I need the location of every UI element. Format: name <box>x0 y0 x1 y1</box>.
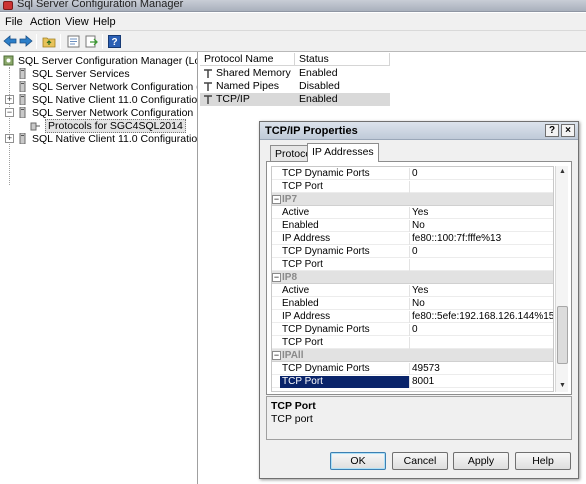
forward-icon[interactable] <box>18 33 34 49</box>
tree-item-label: Protocols for SGC4SQL2014 <box>45 118 186 133</box>
grid-row-selected[interactable]: TCP Port 8001 <box>272 375 553 388</box>
column-header-protocol-name[interactable]: Protocol Name <box>200 53 295 66</box>
dialog-title-bar: TCP/IP Properties ? × <box>260 122 578 140</box>
tree-item-services[interactable]: SQL Server Services <box>17 67 130 80</box>
tree-item-network[interactable]: SQL Server Network Configuration <box>17 106 193 119</box>
back-icon[interactable] <box>2 33 18 49</box>
grid-row[interactable]: TCP Port <box>272 258 553 271</box>
grid-row[interactable]: TCP Port <box>272 336 553 349</box>
tcpip-properties-dialog: TCP/IP Properties ? × Protocol IP Addres… <box>259 121 579 479</box>
grid-row[interactable]: TCP Port <box>272 180 553 193</box>
grid-row[interactable]: TCP Dynamic Ports 0 <box>272 167 553 180</box>
menu-help[interactable]: Help <box>93 16 116 28</box>
grid-row[interactable]: TCP Dynamic Ports 0 <box>272 245 553 258</box>
scroll-thumb[interactable] <box>557 306 568 364</box>
export-icon[interactable] <box>83 33 99 49</box>
tree-item-label: SQL Native Client 11.0 Configuration <box>32 132 198 145</box>
tab-ip-addresses[interactable]: IP Addresses <box>307 143 379 162</box>
network-config-icon <box>17 80 28 93</box>
grid-row[interactable]: TCP Dynamic Ports 0 <box>272 323 553 336</box>
menu-bar: File Action View Help <box>0 13 586 31</box>
network-config-icon <box>17 106 28 119</box>
grid-row[interactable]: IP Address fe80::5efe:192.168.126.144%15 <box>272 310 553 323</box>
menu-action[interactable]: Action <box>30 16 61 28</box>
protocol-status: Enabled <box>299 67 338 79</box>
help-icon[interactable]: ? <box>545 124 559 137</box>
grid-row[interactable]: Active Yes <box>272 284 553 297</box>
column-header-status[interactable]: Status <box>295 53 390 66</box>
tree-expander[interactable]: + <box>5 134 14 143</box>
property-description: TCP Port TCP port <box>266 396 572 440</box>
service-icon <box>17 67 28 80</box>
native-client-icon <box>17 93 28 106</box>
server-config-icon <box>3 55 14 66</box>
menu-view[interactable]: View <box>65 16 89 28</box>
protocol-row-shared-memory[interactable]: Shared Memory Enabled <box>200 67 390 80</box>
grid-row[interactable]: Enabled No <box>272 219 553 232</box>
tree-item-label: SQL Native Client 11.0 Configuration (32… <box>32 93 198 106</box>
close-icon[interactable]: × <box>561 124 575 137</box>
description-title: TCP Port <box>271 400 316 412</box>
help-button[interactable]: Help <box>515 452 571 470</box>
properties-icon[interactable] <box>65 33 81 49</box>
title-bar: Sql Server Configuration Manager <box>0 0 586 12</box>
tree-pane: SQL Server Configuration Manager (Local)… <box>0 52 198 484</box>
tree-item-label: SQL Server Services <box>32 67 130 80</box>
tree-expander[interactable]: + <box>5 95 14 104</box>
protocols-icon <box>30 120 41 131</box>
grid-category-ip8[interactable]: − IP8 <box>272 271 553 284</box>
protocol-icon <box>203 94 213 105</box>
tree-root[interactable]: SQL Server Configuration Manager (Local) <box>3 54 198 67</box>
protocol-icon <box>203 81 213 92</box>
vertical-scrollbar[interactable]: ▲ ▼ <box>555 166 568 392</box>
protocol-row-named-pipes[interactable]: Named Pipes Disabled <box>200 80 390 93</box>
protocol-row-tcpip[interactable]: TCP/IP Enabled <box>200 93 390 106</box>
grid-row[interactable]: Active Yes <box>272 206 553 219</box>
tree-item-label: SQL Server Network Configuration (32bit) <box>32 80 197 93</box>
app-icon <box>3 1 13 10</box>
grid-row[interactable]: Enabled No <box>272 297 553 310</box>
svg-text:?: ? <box>111 37 117 48</box>
tree-item-network-32bit[interactable]: SQL Server Network Configuration (32bit) <box>17 80 197 93</box>
tree-item-native-client-32bit[interactable]: SQL Native Client 11.0 Configuration (32… <box>17 93 198 106</box>
help-icon[interactable]: ? <box>106 33 122 49</box>
menu-file[interactable]: File <box>5 16 23 28</box>
tree-item-native-client[interactable]: SQL Native Client 11.0 Configuration <box>17 132 198 145</box>
ip-addresses-panel: TCP Dynamic Ports 0 TCP Port − IP7 Active Y… <box>266 161 572 395</box>
apply-button[interactable]: Apply <box>453 452 509 470</box>
tree-root-label: SQL Server Configuration Manager (Local) <box>18 54 198 67</box>
protocol-status: Enabled <box>299 93 338 105</box>
grid-category-ipall[interactable]: − IPAll <box>272 349 553 362</box>
protocol-status: Disabled <box>299 80 340 92</box>
description-text: TCP port <box>271 413 313 425</box>
scroll-up-icon[interactable]: ▲ <box>557 166 568 177</box>
cancel-button[interactable]: Cancel <box>392 452 448 470</box>
native-client-icon <box>17 132 28 145</box>
dialog-title: TCP/IP Properties <box>265 125 358 137</box>
protocol-name: TCP/IP <box>216 93 250 105</box>
protocol-name: Named Pipes <box>216 80 280 92</box>
ok-button[interactable]: OK <box>330 452 386 470</box>
up-folder-icon[interactable] <box>41 33 57 49</box>
toolbar: ? <box>0 31 586 52</box>
protocol-name: Shared Memory <box>216 67 291 79</box>
tree-item-protocols[interactable]: Protocols for SGC4SQL2014 <box>30 118 186 133</box>
tree-collapser[interactable]: − <box>5 108 14 117</box>
grid-row[interactable]: IP Address fe80::100:7f:fffe%13 <box>272 232 553 245</box>
grid-row[interactable]: TCP Dynamic Ports 49573 <box>272 362 553 375</box>
grid-category-ip7[interactable]: − IP7 <box>272 193 553 206</box>
protocol-icon <box>203 68 213 79</box>
tree-item-label: SQL Server Network Configuration <box>32 106 194 119</box>
property-grid: TCP Dynamic Ports 0 TCP Port − IP7 Active Y… <box>271 166 554 392</box>
window-title: Sql Server Configuration Manager <box>17 0 184 10</box>
scroll-down-icon[interactable]: ▼ <box>557 380 568 391</box>
